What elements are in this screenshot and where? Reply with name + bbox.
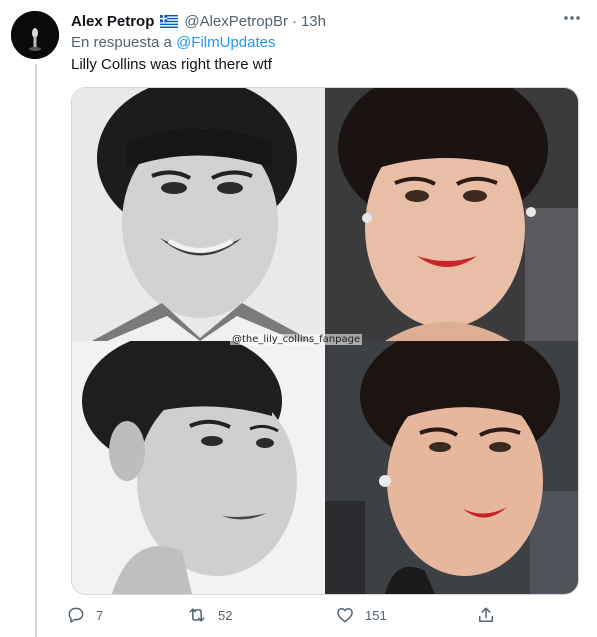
like-count: 151 xyxy=(365,607,387,623)
photo-top-right xyxy=(325,88,578,341)
photo-bottom-left xyxy=(72,341,325,594)
tweet-text: Lilly Collins was right there wtf xyxy=(71,56,272,73)
reply-context: En respuesta a @FilmUpdates xyxy=(71,34,276,51)
author-name[interactable]: Alex Petrop xyxy=(71,13,154,30)
greece-flag-icon xyxy=(160,14,179,28)
share-button[interactable] xyxy=(476,602,506,628)
retweet-button[interactable]: 52 xyxy=(186,602,232,628)
reply-count: 7 xyxy=(96,607,104,623)
share-icon xyxy=(479,607,493,622)
media-watermark: @the_lily_collins_fanpage xyxy=(230,334,363,345)
retweet-icon xyxy=(189,608,205,622)
reply-icon xyxy=(68,607,84,623)
retweet-count: 52 xyxy=(218,607,233,623)
reply-button[interactable]: 7 xyxy=(66,602,103,628)
tweet-media[interactable]: @the_lily_collins_fanpage xyxy=(71,87,579,595)
more-dots-icon xyxy=(564,16,580,20)
more-options-button[interactable] xyxy=(559,8,585,28)
heart-icon xyxy=(337,608,353,623)
photo-top-left xyxy=(72,88,325,341)
thread-connector-line xyxy=(35,64,37,637)
tweet-timestamp[interactable]: 13h xyxy=(301,13,326,30)
like-button[interactable]: 151 xyxy=(335,602,387,628)
photo-bottom-right xyxy=(325,341,578,594)
header-separator: · xyxy=(291,12,297,30)
tweet-actions-bar: 7 52 151 xyxy=(66,602,506,630)
reply-prefix: En respuesta a xyxy=(71,34,172,51)
author-handle[interactable]: @AlexPetropBr xyxy=(184,13,288,30)
avatar[interactable] xyxy=(11,11,59,59)
reply-mention-link[interactable]: @FilmUpdates xyxy=(176,34,275,51)
tweet-header: Alex Petrop @AlexPetropBr · 13h xyxy=(71,10,585,32)
